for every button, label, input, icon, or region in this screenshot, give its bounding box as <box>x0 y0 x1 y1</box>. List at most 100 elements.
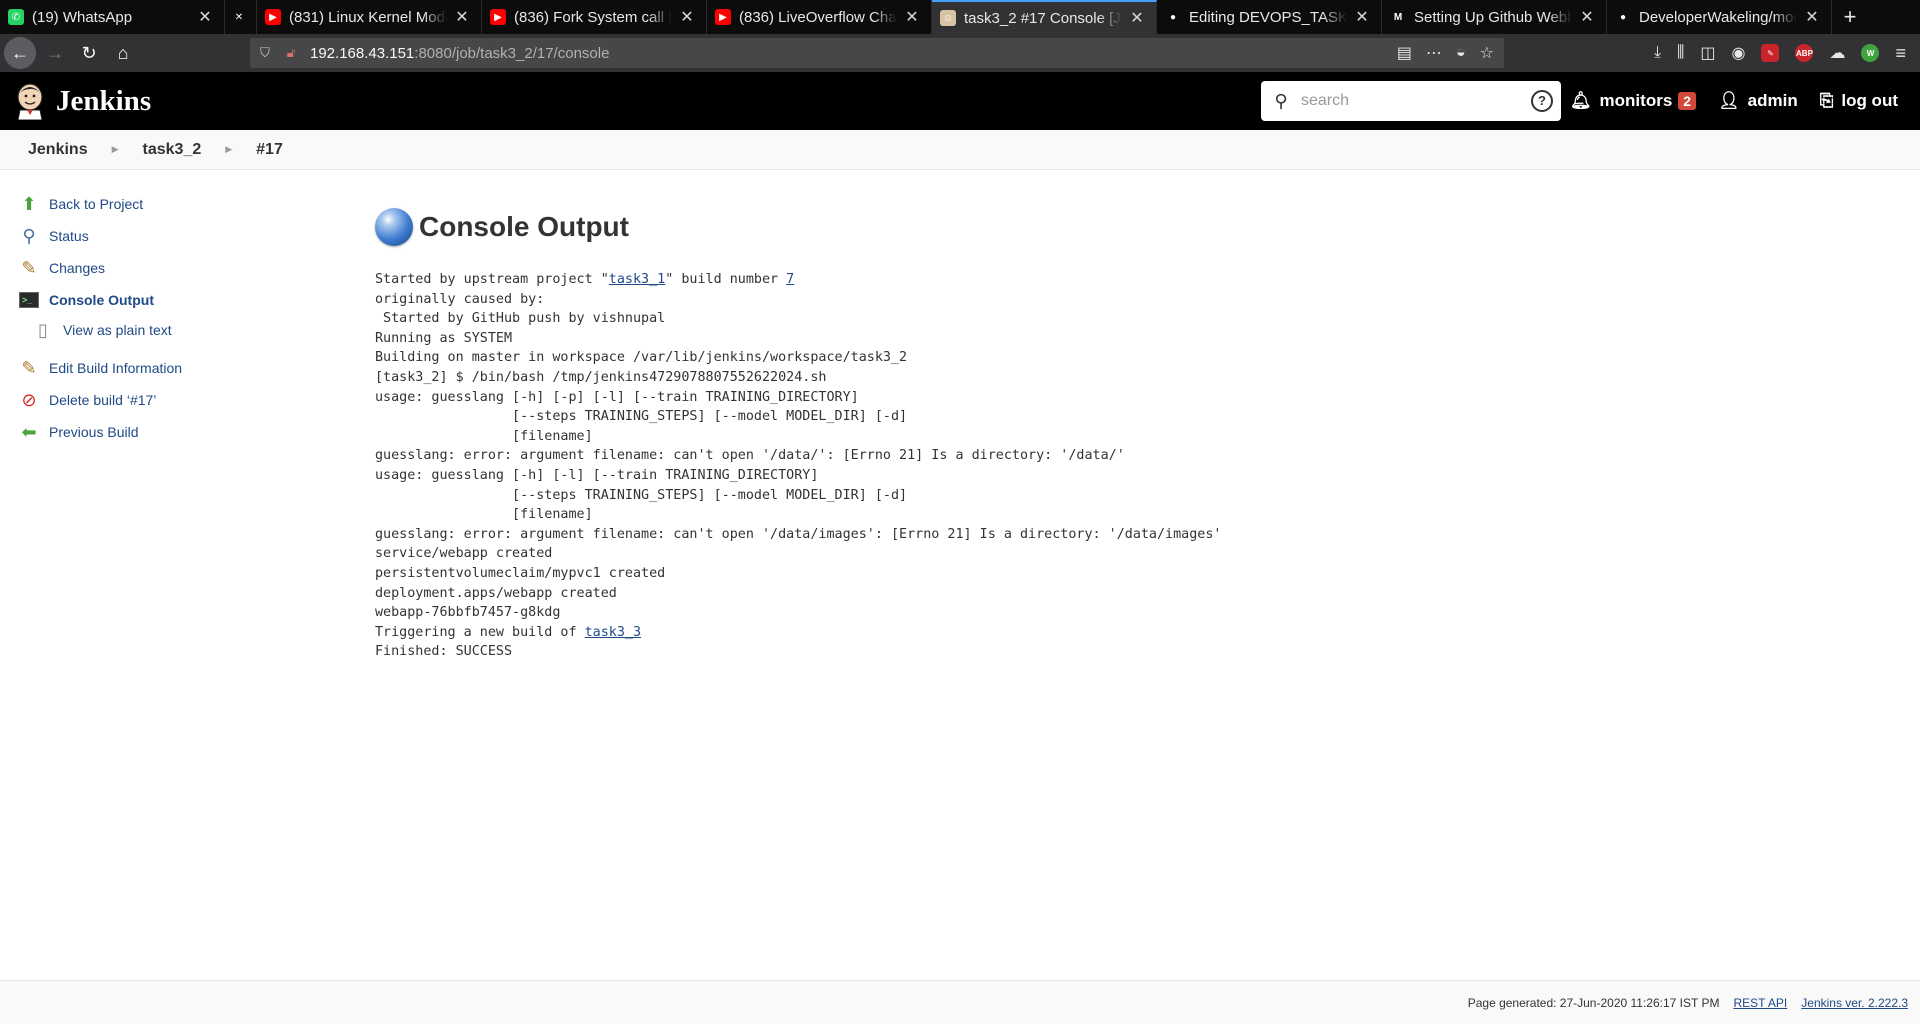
jenkins-logo[interactable]: Jenkins <box>14 82 151 120</box>
shield-icon[interactable]: ⛉ <box>254 45 276 61</box>
console-line: webapp-76bbfb7457-g8kdg <box>375 603 1875 623</box>
reader-view-icon[interactable]: ▤ <box>1397 43 1412 63</box>
console-line: guesslang: error: argument filename: can… <box>375 446 1875 466</box>
jenkins-icon: ☺ <box>940 10 956 26</box>
close-icon[interactable]: ✕ <box>1353 7 1371 27</box>
browser-tab[interactable]: ✆ (19) WhatsApp ✕ <box>0 0 225 34</box>
close-icon[interactable]: ✕ <box>453 7 471 27</box>
browser-tab[interactable]: ▶ (836) Fork System call | V ✕ <box>482 0 707 34</box>
bookmark-star-icon[interactable]: ☆ <box>1480 43 1494 63</box>
more-actions-icon[interactable]: ⋯ <box>1426 43 1442 63</box>
extension-red-icon[interactable]: ✎ <box>1761 44 1780 62</box>
browser-tab[interactable]: ☺ task3_2 #17 Console [Jen ✕ <box>932 0 1157 34</box>
close-icon[interactable]: ✕ <box>1578 7 1596 27</box>
console-text: deployment.apps/webapp created <box>375 585 617 601</box>
forward-button[interactable]: → <box>40 38 70 68</box>
console-line: [filename] <box>375 427 1875 447</box>
sidebar-toggle-icon[interactable]: ◫ <box>1700 43 1715 63</box>
side-panel-tasks: ⬆ Back to Project ⚲ Status ✎ Changes >_ … <box>18 188 348 448</box>
console-text: originally caused by: <box>375 291 545 307</box>
close-icon[interactable]: ✕ <box>903 7 921 27</box>
chevron-right-icon[interactable]: ▶ <box>112 144 119 155</box>
extension-green-icon[interactable]: W <box>1861 44 1880 62</box>
account-icon[interactable]: ◉ <box>1732 43 1746 63</box>
pocket-icon[interactable]: ◒ <box>1456 44 1466 62</box>
browser-tab[interactable]: ● DeveloperWakeling/moc ✕ <box>1607 0 1832 34</box>
browser-nav-bar: ← → ↻ ⌂ ⛉ 🔓︎ 192.168.43.151:8080/job/tas… <box>0 34 1920 72</box>
user-link[interactable]: 👤︎ admin <box>1718 91 1798 111</box>
reload-button[interactable]: ↻ <box>74 38 104 68</box>
close-icon[interactable]: ✕ <box>196 7 214 27</box>
notepad-icon: ✎ <box>21 257 37 278</box>
jenkins-version-link[interactable]: Jenkins ver. 2.222.3 <box>1801 996 1908 1010</box>
console-link[interactable]: task3_1 <box>609 272 665 287</box>
console-text: guesslang: error: argument filename: can… <box>375 448 1125 464</box>
url-bar[interactable]: ⛉ 🔓︎ 192.168.43.151:8080/job/task3_2/17/… <box>250 38 1504 68</box>
monitors-link[interactable]: 🔔︎ monitors 2 <box>1569 91 1697 111</box>
blue-ball-status-icon <box>375 208 413 246</box>
console-output: Started by upstream project "task3_1" bu… <box>375 270 1875 662</box>
extension-cloud-icon[interactable]: ☁ <box>1829 43 1845 63</box>
console-text: Running as SYSTEM <box>375 330 513 346</box>
breadcrumb-build[interactable]: #17 <box>256 141 283 159</box>
back-button[interactable]: ← <box>4 37 36 69</box>
close-icon[interactable]: ✕ <box>678 7 696 27</box>
search-icon: ⚲ <box>1274 90 1288 111</box>
magnifier-icon: ⚲ <box>22 225 36 246</box>
document-icon: ▯ <box>38 319 48 340</box>
sidebar-item-changes[interactable]: ✎ Changes <box>18 252 348 284</box>
sidebar-item-status[interactable]: ⚲ Status <box>18 220 348 252</box>
console-line: originally caused by: <box>375 290 1875 310</box>
browser-tab[interactable]: M Setting Up Github Webh ✕ <box>1382 0 1607 34</box>
breadcrumb-jenkins[interactable]: Jenkins <box>28 141 88 159</box>
search-input[interactable] <box>1301 92 1521 110</box>
sidebar-item-previous-build[interactable]: ⬅ Previous Build <box>18 416 348 448</box>
console-line: Running as SYSTEM <box>375 329 1875 349</box>
browser-tab[interactable]: ▶ (831) Linux Kernel Module ✕ <box>257 0 482 34</box>
insecure-lock-icon[interactable]: 🔓︎ <box>280 45 302 61</box>
page-footer: Page generated: 27-Jun-2020 11:26:17 IST… <box>0 980 1920 1024</box>
new-tab-button[interactable]: + <box>1832 0 1868 34</box>
sidebar-item-console-output[interactable]: >_ Console Output <box>18 284 348 316</box>
muted-speaker-icon: ✕ <box>231 9 247 25</box>
close-icon[interactable]: ✕ <box>1128 8 1146 28</box>
browser-tab[interactable]: ✕✕ <box>225 0 257 34</box>
browser-tab[interactable]: ● Editing DEVOPS_TASK3 ✕ <box>1157 0 1382 34</box>
youtube-icon: ▶ <box>715 9 731 25</box>
console-link[interactable]: task3_3 <box>585 625 641 640</box>
home-button[interactable]: ⌂ <box>108 38 138 68</box>
browser-tab-bar: ✆(19) WhatsApp✕✕✕▶(831) Linux Kernel Mod… <box>0 0 1920 34</box>
console-text: [--steps TRAINING_STEPS] [--model MODEL_… <box>375 487 908 503</box>
sidebar-item-delete-build[interactable]: ⊘ Delete build ‘#17’ <box>18 384 348 416</box>
bell-icon: 🔔︎ <box>1569 91 1592 110</box>
tab-title: (831) Linux Kernel Module <box>289 8 447 26</box>
adblock-plus-icon[interactable]: ABP <box>1795 44 1814 62</box>
sidebar-item-label: Edit Build Information <box>49 360 183 376</box>
downloads-icon[interactable]: ⤓ <box>1654 44 1661 62</box>
jenkins-search-box[interactable]: ⚲ ? <box>1261 81 1561 121</box>
tab-title: Setting Up Github Webh <box>1414 8 1572 26</box>
monitors-label: monitors <box>1599 91 1673 110</box>
console-text: [task3_2] $ /bin/bash /tmp/jenkins472907… <box>375 369 827 385</box>
console-text: Started by GitHub push by vishnupal <box>375 311 666 327</box>
console-text: guesslang: error: argument filename: can… <box>375 526 1222 542</box>
browser-tab[interactable]: ▶ (836) LiveOverflow Chan ✕ <box>707 0 932 34</box>
console-text: Started by upstream project " <box>375 272 609 287</box>
youtube-icon: ▶ <box>490 9 506 25</box>
close-icon[interactable]: ✕ <box>1803 7 1821 27</box>
whatsapp-icon: ✆ <box>8 9 24 25</box>
console-text: Building on master in workspace /var/lib… <box>375 350 908 366</box>
library-icon[interactable]: ⫼ <box>1677 44 1684 62</box>
breadcrumb-project[interactable]: task3_2 <box>143 141 202 159</box>
breadcrumb: Jenkins ▶ task3_2 ▶ #17 <box>0 130 1920 170</box>
sidebar-item-back-to-project[interactable]: ⬆ Back to Project <box>18 188 348 220</box>
logout-link[interactable]: ⎘ log out <box>1820 91 1898 111</box>
jenkins-header: Jenkins ⚲ ? 🔔︎ monitors 2 👤︎ admin ⎘ log… <box>0 72 1920 130</box>
rest-api-link[interactable]: REST API <box>1733 996 1787 1010</box>
sidebar-item-view-plain-text[interactable]: ▯ View as plain text <box>18 316 348 344</box>
console-link[interactable]: 7 <box>786 272 794 287</box>
hamburger-menu-icon[interactable]: ≡ <box>1895 43 1906 64</box>
chevron-right-icon[interactable]: ▶ <box>225 144 232 155</box>
sidebar-item-edit-build-info[interactable]: ✎ Edit Build Information <box>18 352 348 384</box>
help-icon[interactable]: ? <box>1531 90 1553 112</box>
